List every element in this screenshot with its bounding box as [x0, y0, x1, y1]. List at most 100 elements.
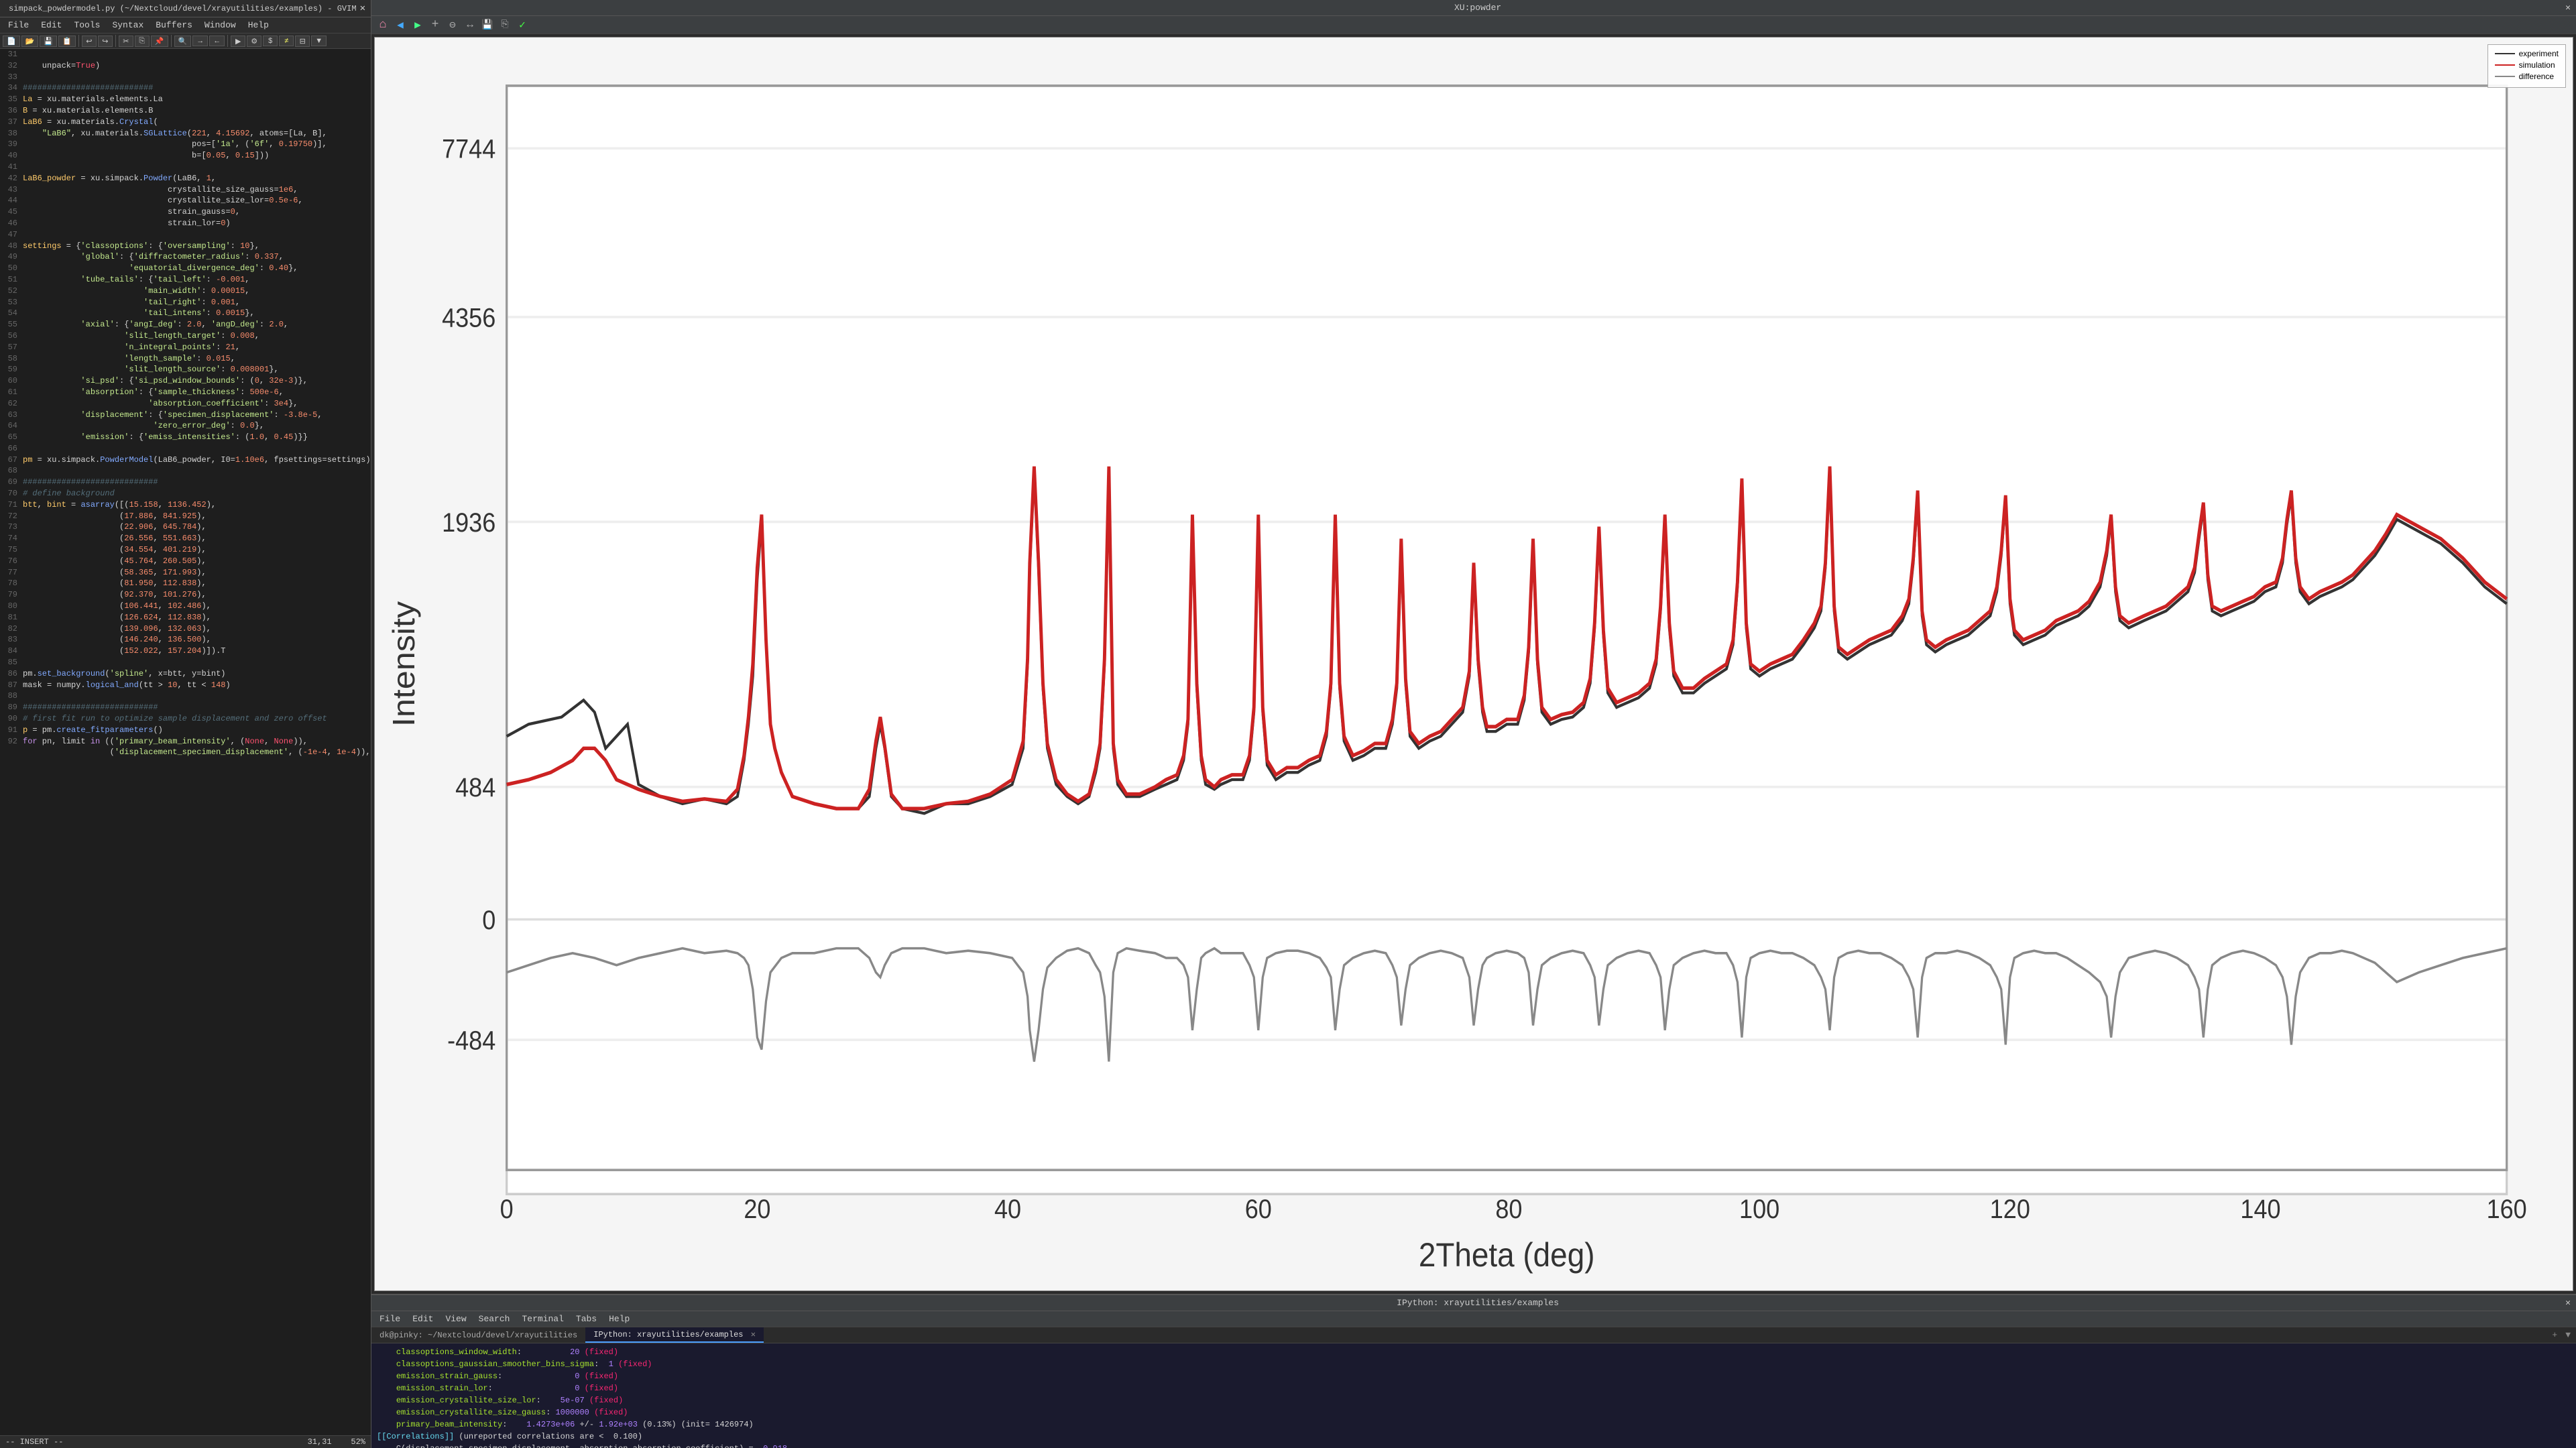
ipy-line-9: C(displacement_specimen_displacement, ab…	[377, 1443, 2571, 1448]
legend-simulation-line	[2495, 64, 2515, 66]
vim-paste-btn[interactable]: 📌	[151, 36, 168, 47]
vim-shell-btn[interactable]: $	[263, 36, 278, 46]
ipy-menu-help[interactable]: Help	[603, 1313, 635, 1325]
vim-menu-edit[interactable]: Edit	[36, 19, 67, 32]
ipython-content-area[interactable]: classoptions_window_width: 20 (fixed) cl…	[371, 1343, 2576, 1448]
svg-text:1936: 1936	[442, 508, 495, 538]
vim-run-btn[interactable]: ▶	[231, 36, 245, 47]
vim-new-btn[interactable]: 📄	[3, 36, 20, 47]
legend-difference: difference	[2495, 72, 2559, 81]
ipy-tab-ipython[interactable]: IPython: xrayutilities/examples ✕	[585, 1327, 764, 1343]
xu-check-btn[interactable]: ✓	[515, 17, 530, 32]
ipython-menubar: File Edit View Search Terminal Tabs Help	[371, 1311, 2576, 1327]
vim-undo-btn[interactable]: ↩	[82, 36, 97, 47]
toolbar-sep-3	[171, 35, 172, 47]
ipython-close-btn[interactable]: ✕	[2565, 1298, 2571, 1308]
xu-titlebar: XU:powder ✕	[371, 0, 2576, 16]
vim-code-area[interactable]: unpack=True) ###########################…	[20, 49, 371, 1435]
ipy-line-1: classoptions_window_width: 20 (fixed)	[377, 1346, 2571, 1358]
ipython-title: IPython: xrayutilities/examples	[390, 1298, 2565, 1308]
vim-make-btn[interactable]: ⚙	[247, 36, 261, 47]
xu-home-btn[interactable]: ⌂	[375, 17, 390, 32]
vim-more-btn[interactable]: ▼	[311, 36, 327, 46]
xu-save-fig-btn[interactable]: 💾	[480, 17, 495, 32]
svg-text:7744: 7744	[442, 135, 495, 164]
ipy-tab-actions: + ▼	[2549, 1330, 2576, 1340]
vim-cut-btn[interactable]: ✂	[119, 36, 133, 47]
vim-save-as-btn[interactable]: 📋	[58, 36, 76, 47]
vim-line-numbers: 3132333435 3637383940 4142434445 4647484…	[0, 49, 20, 1435]
vim-split-btn[interactable]: ⊟	[295, 36, 310, 47]
ipy-tab-close[interactable]: ✕	[751, 1330, 756, 1339]
vim-titlebar: simpack_powdermodel.py (~/Nextcloud/deve…	[0, 0, 371, 17]
xu-back-btn[interactable]: ◀	[393, 17, 408, 32]
svg-text:160: 160	[2487, 1195, 2527, 1225]
ipy-menu-edit[interactable]: Edit	[407, 1313, 438, 1325]
legend-difference-label: difference	[2519, 72, 2554, 81]
vim-content-area: 3132333435 3637383940 4142434445 4647484…	[0, 49, 371, 1435]
vim-close-btn[interactable]: ✕	[360, 3, 365, 14]
svg-text:0: 0	[482, 906, 495, 935]
plot-legend: experiment simulation difference	[2487, 44, 2566, 88]
svg-text:120: 120	[1990, 1195, 2030, 1225]
legend-experiment: experiment	[2495, 49, 2559, 58]
toolbar-sep-1	[78, 35, 79, 47]
vim-mode: -- INSERT --	[5, 1437, 63, 1447]
vim-copy-btn[interactable]: ⎘	[135, 36, 150, 47]
ipy-line-8: [[Correlations]] (unreported correlation…	[377, 1431, 2571, 1443]
vim-diff-btn[interactable]: ≠	[279, 36, 294, 46]
vim-find-btn[interactable]: 🔍	[174, 36, 192, 47]
ipy-menu-search[interactable]: Search	[473, 1313, 516, 1325]
xu-pan-btn[interactable]: ↔	[463, 17, 477, 32]
ipy-line-7: primary_beam_intensity: 1.4273e+06 +/- 1…	[377, 1419, 2571, 1431]
xu-title: XU:powder	[390, 3, 2565, 13]
ipython-window: IPython: xrayutilities/examples ✕ File E…	[371, 1294, 2576, 1448]
vim-toolbar: 📄 📂 💾 📋 ↩ ↪ ✂ ⎘ 📌 🔍 → ← ▶ ⚙ $ ≠ ⊟ ▼	[0, 34, 371, 49]
vim-save-btn[interactable]: 💾	[40, 36, 57, 47]
ipy-line-5: emission_crystallite_size_lor: 5e-07 (fi…	[377, 1394, 2571, 1406]
ipy-menu-tabs[interactable]: Tabs	[571, 1313, 602, 1325]
xu-window: XU:powder ✕ ⌂ ◀ ▶ + ⊖ ↔ 💾 ⎘ ✓ Intensity …	[371, 0, 2576, 1294]
ipy-menu-terminal[interactable]: Terminal	[516, 1313, 569, 1325]
ipy-tab-dk[interactable]: dk@pinky: ~/Nextcloud/devel/xrayutilitie…	[371, 1329, 585, 1342]
vim-title: simpack_powdermodel.py (~/Nextcloud/deve…	[5, 4, 360, 13]
xu-toolbar: ⌂ ◀ ▶ + ⊖ ↔ 💾 ⎘ ✓	[371, 16, 2576, 34]
plot-svg: Intensity 2Theta (deg) 7744 4356 1936 48…	[375, 38, 2573, 1290]
vim-redo-btn[interactable]: ↪	[98, 36, 113, 47]
xu-copy-btn[interactable]: ⎘	[497, 17, 512, 32]
vim-menu-tools[interactable]: Tools	[68, 19, 105, 32]
vim-menu-window[interactable]: Window	[199, 19, 241, 32]
ipy-menu-view[interactable]: View	[440, 1313, 471, 1325]
right-pane: XU:powder ✕ ⌂ ◀ ▶ + ⊖ ↔ 💾 ⎘ ✓ Intensity …	[371, 0, 2576, 1448]
vim-cursor-pos: 31,31 52%	[308, 1437, 365, 1447]
vim-menubar: File Edit Tools Syntax Buffers Window He…	[0, 17, 371, 34]
vim-menu-syntax[interactable]: Syntax	[107, 19, 149, 32]
legend-simulation: simulation	[2495, 60, 2559, 70]
vim-editor: simpack_powdermodel.py (~/Nextcloud/deve…	[0, 0, 371, 1448]
vim-find-next-btn[interactable]: →	[192, 36, 208, 46]
svg-text:Intensity: Intensity	[387, 601, 421, 727]
ipy-line-4: emission_strain_lor: 0 (fixed)	[377, 1382, 2571, 1394]
ipy-tab-menu-btn[interactable]: ▼	[2563, 1330, 2573, 1340]
vim-menu-file[interactable]: File	[3, 19, 34, 32]
legend-simulation-label: simulation	[2519, 60, 2555, 70]
toolbar-sep-4	[227, 35, 228, 47]
ipy-line-2: classoptions_gaussian_smoother_bins_sigm…	[377, 1358, 2571, 1370]
svg-text:80: 80	[1495, 1195, 1522, 1225]
xu-zoom-in-btn[interactable]: +	[428, 17, 443, 32]
svg-text:100: 100	[1739, 1195, 1779, 1225]
vim-open-btn[interactable]: 📂	[21, 36, 39, 47]
ipy-menu-file[interactable]: File	[374, 1313, 406, 1325]
vim-find-prev-btn[interactable]: ←	[209, 36, 225, 46]
legend-experiment-line	[2495, 53, 2515, 54]
svg-text:20: 20	[744, 1195, 770, 1225]
vim-menu-buffers[interactable]: Buffers	[150, 19, 198, 32]
xu-zoom-out-btn[interactable]: ⊖	[445, 17, 460, 32]
ipy-new-tab-btn[interactable]: +	[2549, 1330, 2560, 1340]
xu-forward-btn[interactable]: ▶	[410, 17, 425, 32]
svg-text:484: 484	[455, 774, 495, 803]
vim-menu-help[interactable]: Help	[243, 19, 274, 32]
xu-close-btn[interactable]: ✕	[2565, 3, 2571, 13]
svg-text:60: 60	[1245, 1195, 1272, 1225]
vim-statusbar: -- INSERT -- 31,31 52%	[0, 1435, 371, 1448]
